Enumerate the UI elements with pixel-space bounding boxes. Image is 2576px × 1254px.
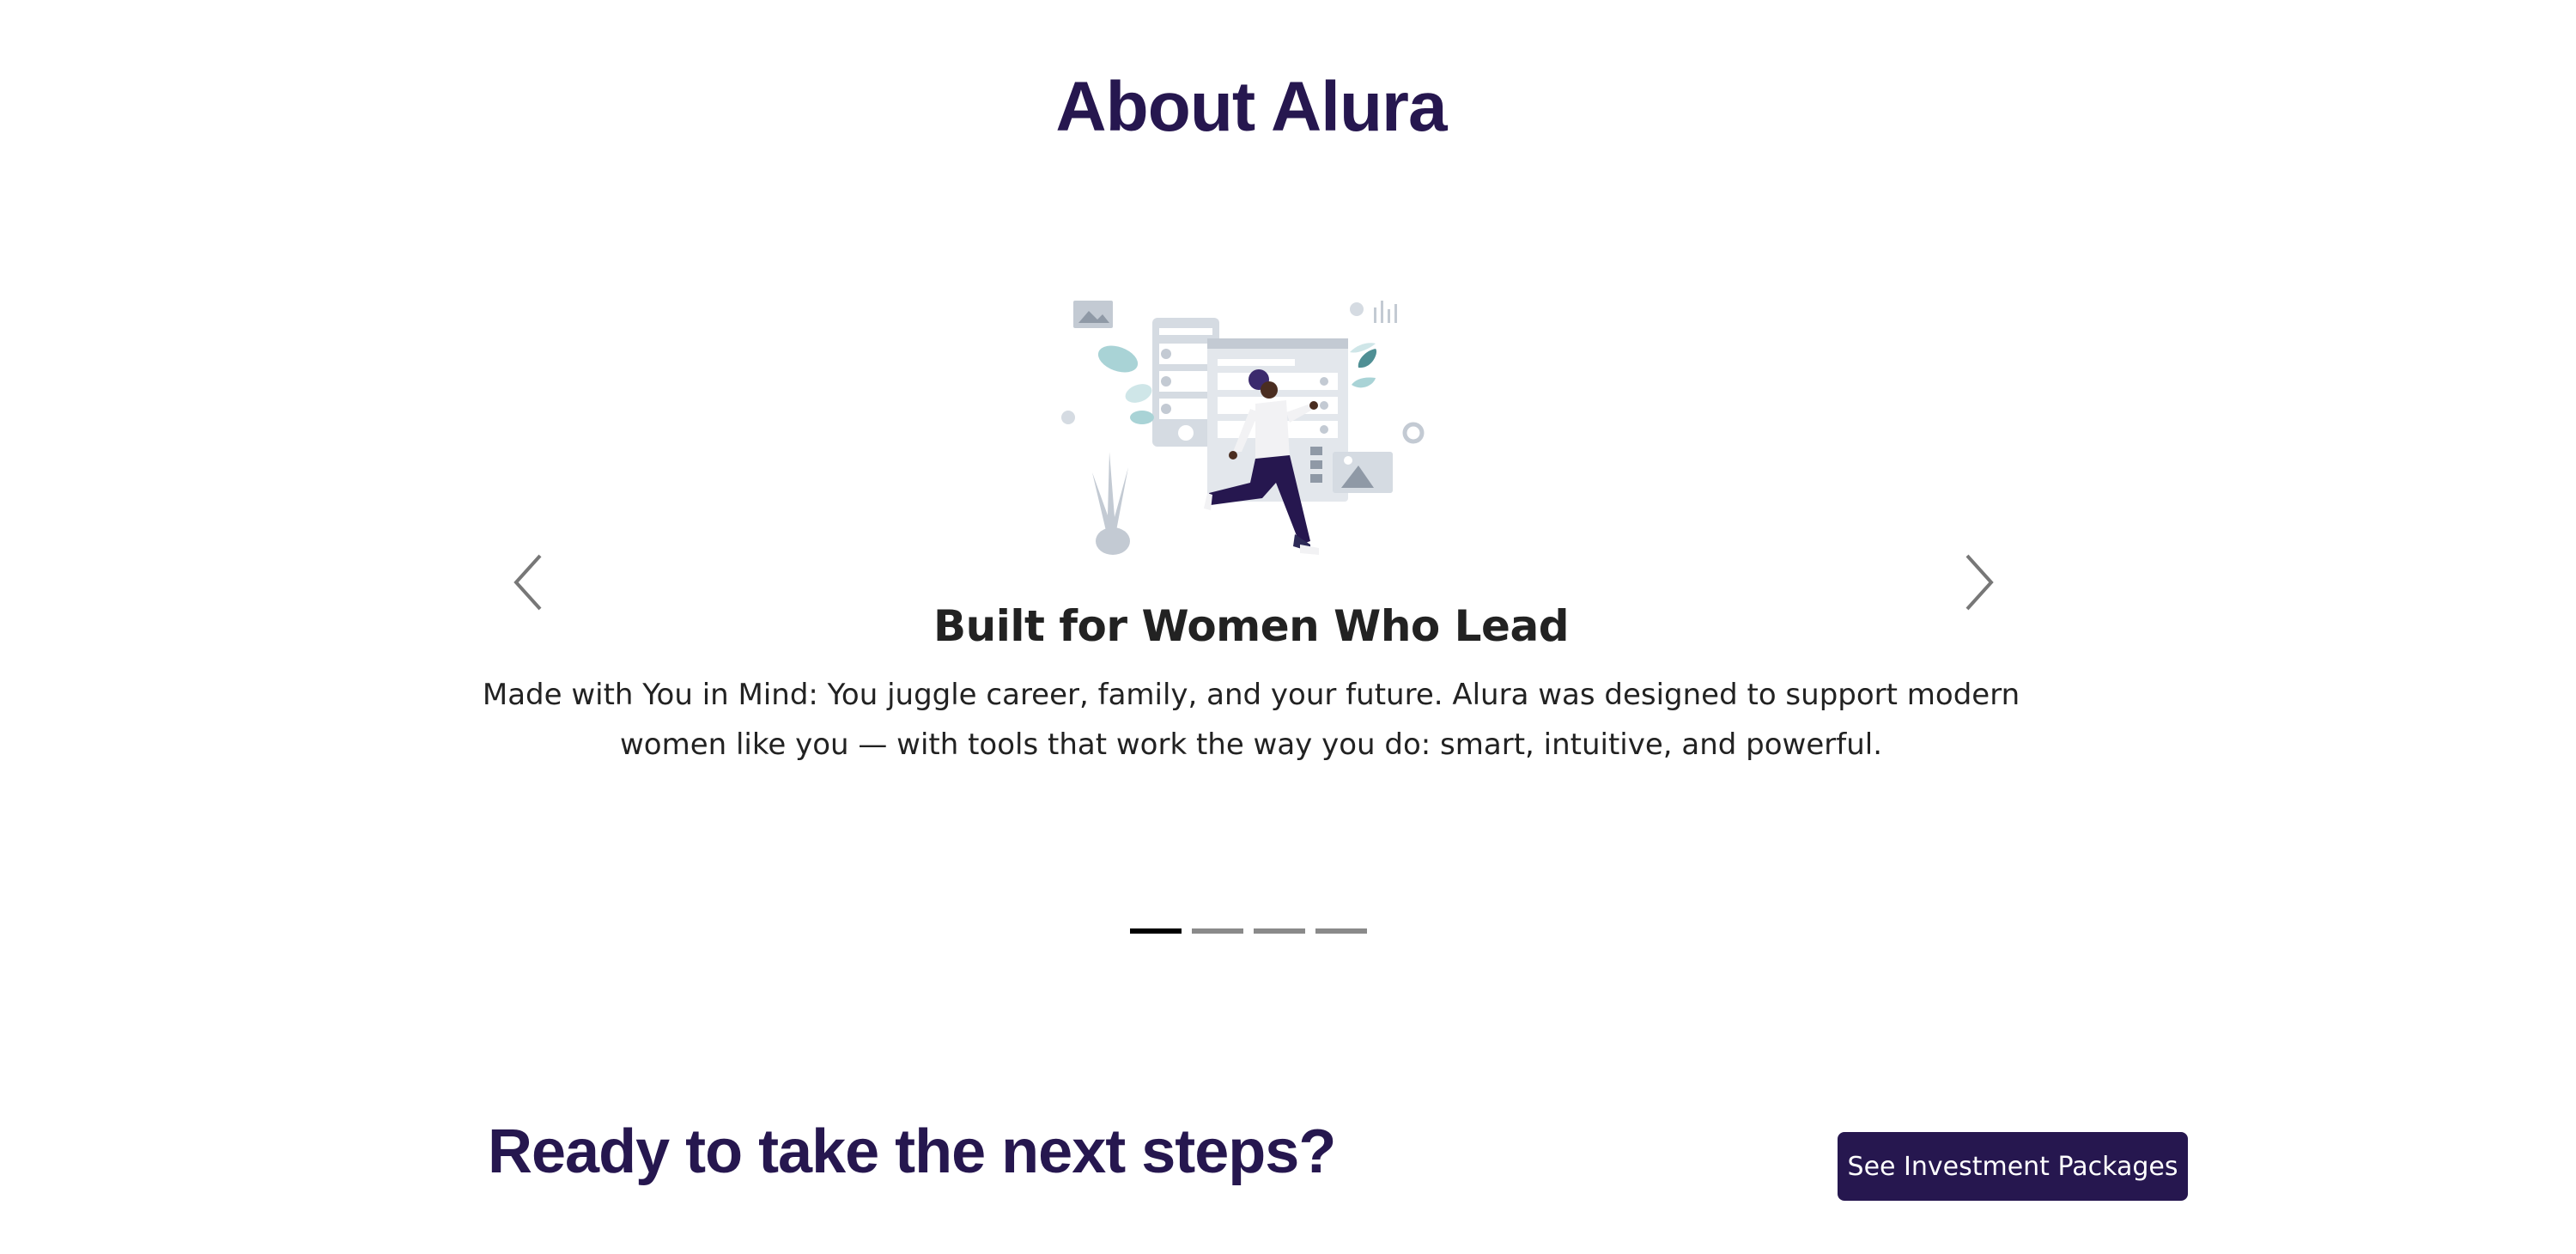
carousel-indicator[interactable]	[1130, 928, 1182, 934]
see-investment-packages-button[interactable]: See Investment Packages	[1838, 1132, 2188, 1201]
woman-walking-illustration	[1061, 301, 1425, 555]
section-title: About Alura	[1055, 68, 1447, 146]
about-carousel: Built for Women Who Lead Made with You i…	[0, 258, 2576, 962]
page: About Alura Built for Women Who Lead Mad…	[0, 0, 2576, 1254]
cta-title: Ready to take the next steps?	[488, 1117, 1336, 1186]
carousel-indicator[interactable]	[1254, 928, 1305, 934]
carousel-indicator[interactable]	[1192, 928, 1243, 934]
slide-heading: Built for Women Who Lead	[933, 601, 1570, 651]
slide-body: Made with You in Mind: You juggle career…	[482, 678, 2020, 762]
carousel-indicator[interactable]	[1315, 928, 1367, 934]
carousel-indicators	[1130, 928, 1367, 934]
